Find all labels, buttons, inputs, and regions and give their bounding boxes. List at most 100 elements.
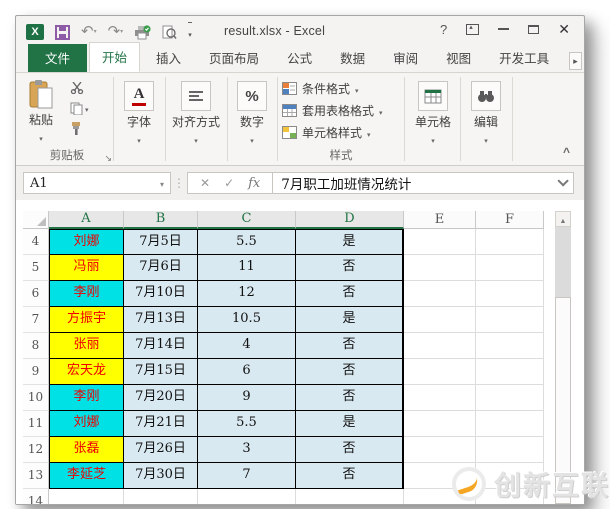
cell-e8[interactable]	[404, 333, 476, 359]
cell-e6[interactable]	[404, 281, 476, 307]
insert-function-button[interactable]: fx	[248, 176, 260, 191]
cell-a12[interactable]: 张磊	[49, 437, 124, 463]
cell-f11[interactable]	[476, 411, 544, 437]
undo-button[interactable]	[81, 23, 97, 41]
cell-d12[interactable]: 否	[296, 437, 404, 463]
cell-a13[interactable]: 李延芝	[49, 463, 124, 489]
cell-b6[interactable]: 7月10日	[124, 281, 198, 307]
cell-a10[interactable]: 李刚	[49, 385, 124, 411]
alignment-menu-button[interactable]: 对齐方式	[168, 81, 224, 148]
cell-d4[interactable]: 是	[296, 229, 404, 255]
column-header-b[interactable]: B	[124, 211, 198, 229]
editing-menu-button[interactable]: 编辑	[464, 81, 508, 148]
cell-b10[interactable]: 7月20日	[124, 385, 198, 411]
cell-b11[interactable]: 7月21日	[124, 411, 198, 437]
name-box[interactable]: A1	[23, 172, 171, 194]
cell-c11[interactable]: 5.5	[198, 411, 296, 437]
cell-e4[interactable]	[404, 229, 476, 255]
cell-c14[interactable]	[198, 489, 296, 504]
paste-button[interactable]: 粘贴	[28, 79, 54, 146]
cell-e11[interactable]	[404, 411, 476, 437]
cell-c7[interactable]: 10.5	[198, 307, 296, 333]
row-header-9[interactable]: 9	[23, 359, 49, 385]
cell-e10[interactable]	[404, 385, 476, 411]
expand-formula-bar-icon[interactable]	[557, 175, 569, 187]
cell-f10[interactable]	[476, 385, 544, 411]
cell-d13[interactable]: 否	[296, 463, 404, 489]
formula-input[interactable]: 7月职工加班情况统计	[272, 172, 574, 194]
cell-b14[interactable]	[124, 489, 198, 504]
row-header-6[interactable]: 6	[23, 281, 49, 307]
tab-4[interactable]: 公式	[275, 44, 324, 72]
collapse-ribbon-icon[interactable]	[563, 145, 570, 159]
cell-a8[interactable]: 张丽	[49, 333, 124, 359]
scrollbar-track[interactable]	[555, 227, 571, 297]
cell-b12[interactable]: 7月26日	[124, 437, 198, 463]
font-menu-button[interactable]: A 字体	[117, 81, 161, 148]
row-header-14[interactable]: 14	[23, 489, 49, 504]
cell-d5[interactable]: 否	[296, 255, 404, 281]
ribbon-display-options-icon[interactable]	[466, 23, 480, 35]
cell-f7[interactable]	[476, 307, 544, 333]
format-as-table-button[interactable]: 套用表格格式	[282, 102, 400, 119]
clipboard-dialog-launcher-icon[interactable]	[104, 153, 112, 164]
cell-e5[interactable]	[404, 255, 476, 281]
cell-b13[interactable]: 7月30日	[124, 463, 198, 489]
excel-logo-icon[interactable]	[26, 24, 44, 40]
tab-scroll-right-button[interactable]	[569, 52, 582, 70]
maximize-button[interactable]	[528, 24, 540, 34]
tab-1[interactable]: 开始	[89, 42, 141, 72]
cell-b7[interactable]: 7月13日	[124, 307, 198, 333]
cell-styles-button[interactable]: 单元格样式	[282, 124, 400, 141]
cell-b5[interactable]: 7月6日	[124, 255, 198, 281]
cell-a5[interactable]: 冯丽	[49, 255, 124, 281]
cell-d7[interactable]: 是	[296, 307, 404, 333]
cell-f12[interactable]	[476, 437, 544, 463]
tab-6[interactable]: 审阅	[381, 44, 430, 72]
redo-button[interactable]	[108, 23, 124, 41]
tab-8[interactable]: 开发工具	[487, 44, 561, 72]
help-button[interactable]: ?	[440, 23, 447, 36]
cell-d11[interactable]: 是	[296, 411, 404, 437]
cell-f8[interactable]	[476, 333, 544, 359]
format-painter-button[interactable]	[70, 121, 83, 135]
customize-quick-access-icon[interactable]	[188, 22, 192, 42]
cell-c5[interactable]: 11	[198, 255, 296, 281]
cell-e9[interactable]	[404, 359, 476, 385]
cell-b8[interactable]: 7月14日	[124, 333, 198, 359]
print-preview-icon[interactable]	[162, 25, 177, 40]
cell-e12[interactable]	[404, 437, 476, 463]
row-header-4[interactable]: 4	[23, 229, 49, 255]
row-header-11[interactable]: 11	[23, 411, 49, 437]
cell-c12[interactable]: 3	[198, 437, 296, 463]
column-header-e[interactable]: E	[404, 211, 476, 229]
cell-a14[interactable]	[49, 489, 124, 504]
tab-file[interactable]: 文件	[28, 44, 88, 72]
cancel-button[interactable]: ✕	[200, 176, 210, 190]
cut-button[interactable]	[70, 81, 84, 95]
cells-menu-button[interactable]: 单元格	[409, 81, 457, 148]
tab-3[interactable]: 页面布局	[197, 44, 271, 72]
cell-f4[interactable]	[476, 229, 544, 255]
cell-c10[interactable]: 9	[198, 385, 296, 411]
cell-c8[interactable]: 4	[198, 333, 296, 359]
column-header-d[interactable]: D	[296, 211, 404, 229]
cell-a4[interactable]: 刘娜	[49, 229, 124, 255]
row-header-8[interactable]: 8	[23, 333, 49, 359]
column-header-a[interactable]: A	[49, 211, 124, 229]
tab-2[interactable]: 插入	[144, 44, 193, 72]
copy-button[interactable]	[70, 101, 89, 115]
cell-d6[interactable]: 否	[296, 281, 404, 307]
cell-d10[interactable]: 否	[296, 385, 404, 411]
row-header-13[interactable]: 13	[23, 463, 49, 489]
enter-button[interactable]: ✓	[224, 176, 234, 190]
cell-a9[interactable]: 宏天龙	[49, 359, 124, 385]
row-header-12[interactable]: 12	[23, 437, 49, 463]
cell-c6[interactable]: 12	[198, 281, 296, 307]
row-header-5[interactable]: 5	[23, 255, 49, 281]
save-icon[interactable]	[55, 24, 70, 40]
cell-f9[interactable]	[476, 359, 544, 385]
cell-c13[interactable]: 7	[198, 463, 296, 489]
cell-d9[interactable]: 否	[296, 359, 404, 385]
row-header-7[interactable]: 7	[23, 307, 49, 333]
